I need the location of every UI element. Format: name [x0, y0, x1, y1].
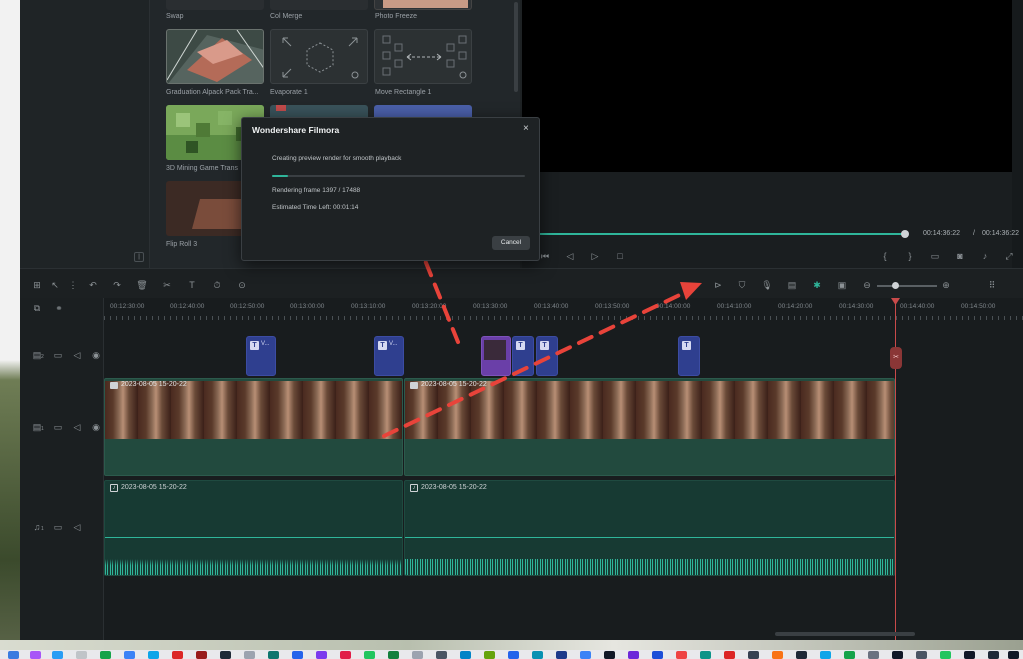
annotation-arrow-to-render-icon — [382, 288, 692, 438]
render-dialog: Wondershare Filmora × Creating preview r… — [241, 117, 540, 261]
dialog-title: Wondershare Filmora — [252, 125, 340, 135]
close-icon[interactable]: × — [523, 123, 529, 134]
cancel-button[interactable]: Cancel — [492, 236, 530, 250]
render-progress-fill — [272, 175, 288, 177]
arrow-head-render — [680, 282, 702, 300]
render-eta-text: Estimated Time Left: 00:01:14 — [272, 204, 359, 211]
render-progress-track — [272, 175, 525, 177]
render-frame-text: Rendering frame 1397 / 17488 — [272, 187, 361, 194]
dialog-message: Creating preview render for smooth playb… — [272, 155, 402, 162]
annotation-arrows — [382, 222, 702, 438]
filmora-window: | Swap Col Merge Photo Freeze Graduation… — [0, 0, 1023, 659]
